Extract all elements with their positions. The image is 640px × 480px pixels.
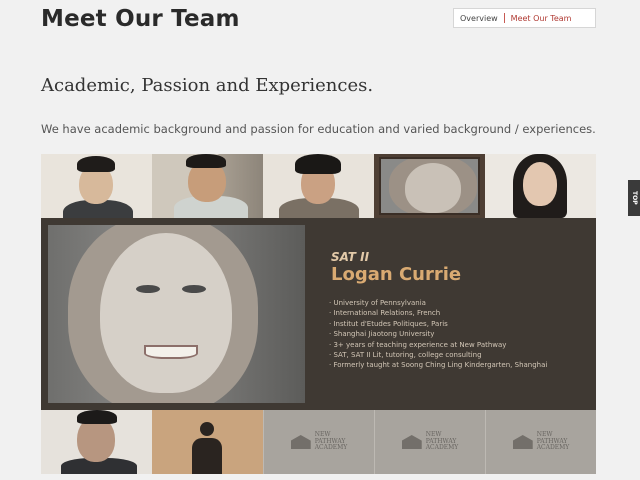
page-title: Meet Our Team	[41, 6, 240, 32]
profile-detail: · Shanghai Jiaotong University	[329, 330, 435, 339]
section-heading: Academic, Passion and Experiences.	[41, 75, 374, 96]
top-nav: Overview Meet Our Team	[453, 8, 596, 28]
profile-details-list: · University of Pennsylvania · Internati…	[329, 298, 547, 371]
profile-detail: · University of Pennsylvania	[329, 299, 426, 307]
team-thumbnail-row-2: NEW PATHWAY ACADEMY NEW PATHWAY ACADEMY …	[41, 410, 596, 474]
team-thumbnail-logo[interactable]: NEW PATHWAY ACADEMY	[485, 410, 596, 474]
team-thumbnail-4-selected[interactable]	[374, 154, 485, 218]
team-thumbnail-6[interactable]	[41, 410, 152, 474]
team-thumbnail-2[interactable]	[152, 154, 263, 218]
profile-detail: · International Relations, French	[329, 309, 441, 318]
portrait-photo	[379, 157, 480, 215]
portrait-photo	[263, 154, 374, 218]
nav-overview[interactable]: Overview	[454, 14, 504, 23]
new-pathway-academy-logo: NEW PATHWAY ACADEMY	[401, 432, 458, 452]
portrait-photo	[41, 410, 152, 474]
profile-detail: · Institut d'Etudes Politiques, Paris	[329, 319, 448, 328]
logo-mark-icon	[290, 435, 311, 449]
team-thumbnail-row	[41, 154, 596, 218]
new-pathway-academy-logo: NEW PATHWAY ACADEMY	[512, 432, 569, 452]
profile-subject: SAT II	[331, 250, 370, 264]
back-to-top-tab[interactable]: TOP	[628, 180, 640, 216]
profile-detail: · 3+ years of teaching experience at New…	[329, 340, 507, 349]
logo-mark-icon	[401, 435, 422, 449]
team-thumbnail-1[interactable]	[41, 154, 152, 218]
profile-name: Logan Currie	[331, 264, 462, 285]
profile-detail: · SAT, SAT II Lit, tutoring, college con…	[329, 351, 482, 360]
team-thumbnail-logo[interactable]: NEW PATHWAY ACADEMY	[263, 410, 374, 474]
nav-meet-our-team[interactable]: Meet Our Team	[505, 14, 578, 23]
team-thumbnail-3[interactable]	[263, 154, 374, 218]
new-pathway-academy-logo: NEW PATHWAY ACADEMY	[290, 432, 347, 452]
team-thumbnail-logo[interactable]: NEW PATHWAY ACADEMY	[374, 410, 485, 474]
profile-photo	[48, 225, 305, 403]
portrait-photo	[485, 154, 596, 218]
section-description: We have academic background and passion …	[41, 122, 596, 136]
profile-detail: · Formerly taught at Soong Ching Ling Ki…	[329, 361, 548, 370]
portrait-photo	[41, 154, 152, 218]
team-thumbnail-placeholder[interactable]	[152, 410, 263, 474]
logo-mark-icon	[512, 435, 533, 449]
team-member-profile: SAT II Logan Currie · University of Penn…	[41, 218, 596, 410]
team-thumbnail-5[interactable]	[485, 154, 596, 218]
portrait-photo	[152, 154, 263, 218]
